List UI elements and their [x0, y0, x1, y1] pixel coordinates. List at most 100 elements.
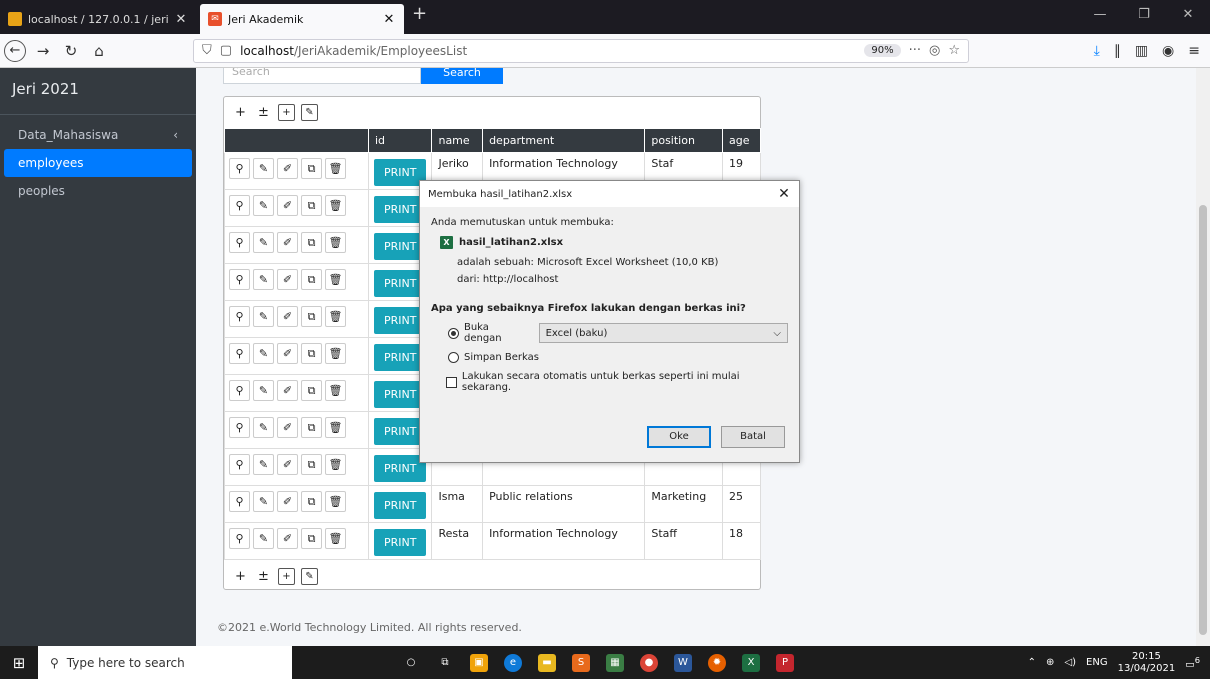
auto-label[interactable]: Lakukan secara otomatis untuk berkas sep… — [462, 371, 788, 393]
view-icon[interactable]: ⚲ — [229, 380, 250, 401]
scrollbar-thumb[interactable] — [1199, 205, 1207, 635]
delete-icon[interactable]: 🗑 — [325, 195, 346, 216]
ok-button[interactable]: Oke — [647, 426, 711, 448]
view-icon[interactable]: ⚲ — [229, 195, 250, 216]
copy-icon[interactable]: ⧉ — [301, 454, 322, 475]
volume-icon[interactable]: ◁) — [1064, 657, 1076, 668]
grid-edit-icon[interactable]: ✎ — [301, 104, 318, 121]
delete-icon[interactable]: 🗑 — [325, 380, 346, 401]
copy-icon[interactable]: ⧉ — [301, 158, 322, 179]
close-tab-icon[interactable]: ✕ — [174, 12, 188, 27]
url-bar[interactable]: ⛉ ▢ localhost/JeriAkademik/EmployeesList… — [193, 38, 969, 63]
copy-icon[interactable]: ⧉ — [301, 528, 322, 549]
pocket-icon[interactable]: ◎ — [929, 43, 940, 58]
inline-edit-icon[interactable]: ✐ — [277, 195, 298, 216]
auto-checkbox[interactable] — [446, 376, 457, 388]
delete-icon[interactable]: 🗑 — [325, 158, 346, 179]
delete-icon[interactable]: 🗑 — [325, 417, 346, 438]
word-icon[interactable]: W — [674, 653, 692, 672]
restore-icon[interactable]: ❐ — [1122, 0, 1166, 34]
col-header-department[interactable]: department — [482, 128, 646, 153]
clock[interactable]: 20:15 13/04/2021 — [1118, 651, 1176, 675]
task-view-icon[interactable]: ⧉ — [436, 654, 454, 672]
network-icon[interactable]: ⊕ — [1046, 657, 1054, 668]
language-indicator[interactable]: ENG — [1086, 657, 1108, 668]
col-header-position[interactable]: position — [644, 128, 723, 153]
sublime-icon[interactable]: S — [572, 653, 590, 672]
open-with-option[interactable]: Buka dengan Excel (baku) ⌵ — [448, 322, 788, 344]
inline-edit-icon[interactable]: ✐ — [277, 491, 298, 512]
close-tab-icon[interactable]: ✕ — [382, 12, 396, 27]
shield-icon[interactable]: ⛉ — [202, 43, 212, 58]
view-icon[interactable]: ⚲ — [229, 232, 250, 253]
sidebar-icon[interactable]: ▥ — [1135, 43, 1148, 59]
page-info-icon[interactable]: ▢ — [220, 43, 232, 58]
search-button[interactable]: Search — [421, 68, 503, 84]
view-icon[interactable]: ⚲ — [229, 269, 250, 290]
save-file-option[interactable]: Simpan Berkas — [448, 352, 788, 363]
account-icon[interactable]: ◉ — [1162, 43, 1174, 59]
zoom-level[interactable]: 90% — [864, 44, 901, 57]
new-tab-icon[interactable]: + — [404, 0, 435, 34]
inline-edit-icon[interactable]: ✐ — [277, 380, 298, 401]
file-explorer-icon[interactable]: ▬ — [538, 653, 556, 672]
inline-edit-icon[interactable]: ✐ — [277, 528, 298, 549]
inline-edit-icon[interactable]: ✐ — [277, 306, 298, 327]
copy-icon[interactable]: ⧉ — [301, 306, 322, 327]
grid-add-icon[interactable]: + — [278, 104, 295, 121]
col-header-name[interactable]: name — [431, 128, 484, 153]
delete-icon[interactable]: 🗑 — [325, 306, 346, 327]
edge-icon[interactable]: e — [504, 653, 522, 672]
edit-icon[interactable]: ✎ — [253, 380, 274, 401]
menu-icon[interactable]: ≡ — [1188, 43, 1200, 59]
store-icon[interactable]: ▣ — [470, 653, 488, 672]
edit-icon[interactable]: ✎ — [253, 232, 274, 253]
inline-add-icon[interactable]: ± — [255, 104, 272, 121]
view-icon[interactable]: ⚲ — [229, 158, 250, 179]
grid-add-icon[interactable]: + — [278, 568, 295, 585]
home-icon[interactable]: ⌂ — [85, 42, 113, 60]
windows-start-icon[interactable]: ⊞ — [0, 654, 38, 672]
view-icon[interactable]: ⚲ — [229, 306, 250, 327]
edit-icon[interactable]: ✎ — [253, 417, 274, 438]
print-button[interactable]: PRINT — [374, 492, 427, 519]
copy-icon[interactable]: ⧉ — [301, 269, 322, 290]
chrome-icon[interactable]: ● — [640, 653, 658, 672]
col-header-age[interactable]: age — [722, 128, 761, 153]
reload-icon[interactable]: ↻ — [57, 42, 85, 60]
inline-edit-icon[interactable]: ✐ — [277, 158, 298, 179]
edit-icon[interactable]: ✎ — [253, 158, 274, 179]
copy-icon[interactable]: ⧉ — [301, 343, 322, 364]
open-with-select[interactable]: Excel (baku) ⌵ — [538, 323, 788, 343]
edit-icon[interactable]: ✎ — [253, 491, 274, 512]
view-icon[interactable]: ⚲ — [229, 343, 250, 364]
forward-icon[interactable]: → — [29, 42, 57, 60]
edit-icon[interactable]: ✎ — [253, 343, 274, 364]
grid-edit-icon[interactable]: ✎ — [301, 568, 318, 585]
bookmark-star-icon[interactable]: ☆ — [948, 43, 960, 58]
url-text[interactable]: localhost/JeriAkademik/EmployeesList — [240, 44, 856, 58]
tab-phpmyadmin[interactable]: localhost / 127.0.0.1 / jeri_acad ✕ — [0, 4, 196, 34]
inline-edit-icon[interactable]: ✐ — [277, 417, 298, 438]
delete-icon[interactable]: 🗑 — [325, 269, 346, 290]
delete-icon[interactable]: 🗑 — [325, 454, 346, 475]
notification-icon[interactable]: ▭6 — [1185, 655, 1200, 670]
close-window-icon[interactable]: ✕ — [1166, 0, 1210, 34]
cortana-icon[interactable]: ○ — [402, 654, 420, 672]
copy-icon[interactable]: ⧉ — [301, 195, 322, 216]
save-file-radio[interactable] — [448, 352, 459, 363]
add-icon[interactable]: + — [232, 568, 249, 585]
tray-chevron-up-icon[interactable]: ⌃ — [1028, 657, 1036, 668]
search-input[interactable]: Search — [223, 68, 421, 84]
copy-icon[interactable]: ⧉ — [301, 491, 322, 512]
edit-icon[interactable]: ✎ — [253, 195, 274, 216]
copy-icon[interactable]: ⧉ — [301, 417, 322, 438]
col-header-id[interactable]: id — [367, 128, 433, 153]
download-icon[interactable]: ⤓ — [1094, 43, 1100, 59]
delete-icon[interactable]: 🗑 — [325, 232, 346, 253]
close-dialog-icon[interactable]: ✕ — [769, 186, 799, 202]
view-icon[interactable]: ⚲ — [229, 528, 250, 549]
sidebar-item-data-mahasiswa[interactable]: Data_Mahasiswa ‹ — [4, 121, 192, 149]
inline-edit-icon[interactable]: ✐ — [277, 232, 298, 253]
edit-icon[interactable]: ✎ — [253, 528, 274, 549]
